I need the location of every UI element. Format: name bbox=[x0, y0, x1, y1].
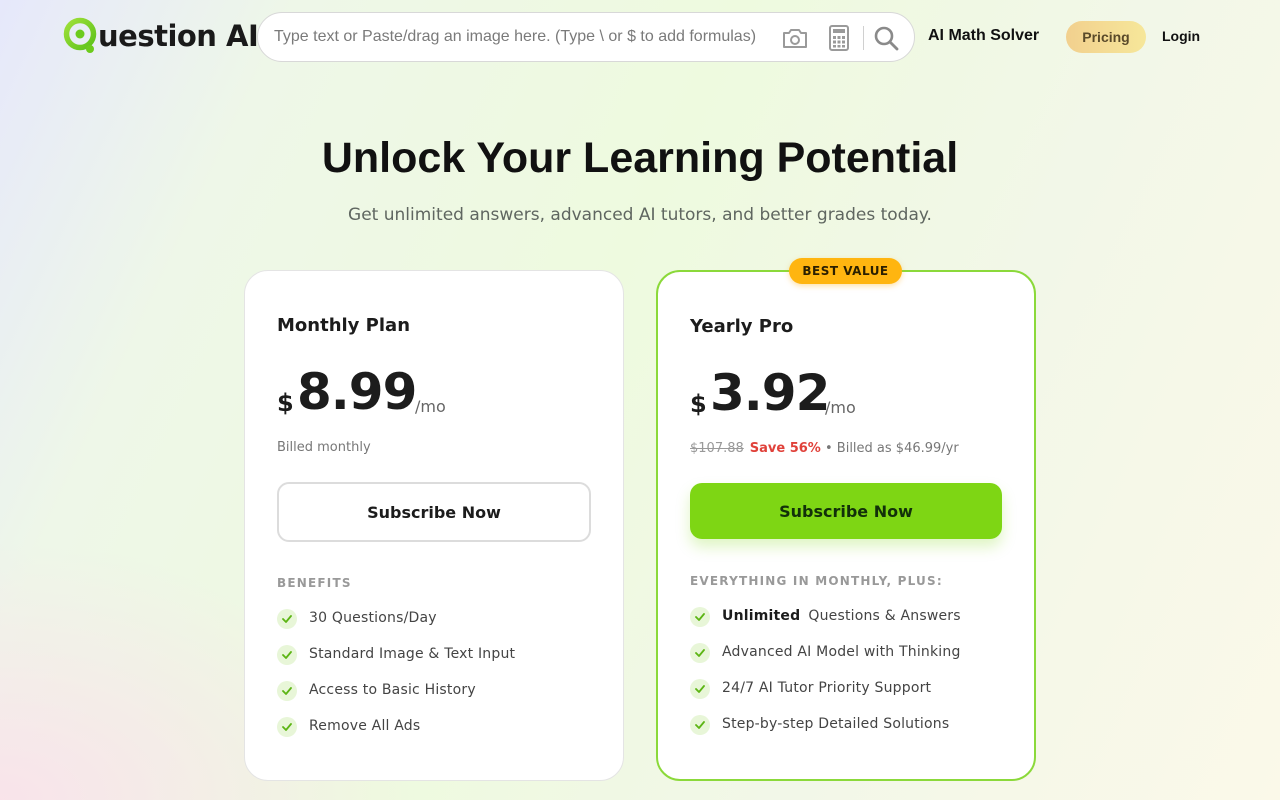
plan-name: Yearly Pro bbox=[690, 316, 794, 337]
check-icon bbox=[690, 607, 710, 627]
page-subtitle: Get unlimited answers, advanced AI tutor… bbox=[348, 205, 932, 225]
price-amount: 8.99 bbox=[297, 363, 417, 421]
billing-note: Billed monthly bbox=[277, 440, 371, 455]
nav-ai-math-solver[interactable]: AI Math Solver bbox=[928, 27, 1039, 45]
list-item: Access to Basic History bbox=[277, 681, 597, 718]
feature-list: Unlimited Questions & Answers Advanced A… bbox=[690, 607, 1010, 752]
feature-highlight: Unlimited bbox=[722, 608, 801, 624]
calculator-icon[interactable] bbox=[825, 24, 853, 52]
list-item: 30 Questions/Day bbox=[277, 609, 597, 646]
check-icon bbox=[690, 715, 710, 735]
feature-text: 30 Questions/Day bbox=[309, 610, 437, 626]
feature-text: Advanced AI Model with Thinking bbox=[722, 644, 961, 660]
features-heading: BENEFITS bbox=[277, 576, 352, 590]
feature-text: Remove All Ads bbox=[309, 718, 421, 734]
feature-list: 30 Questions/Day Standard Image & Text I… bbox=[277, 609, 597, 754]
check-icon bbox=[277, 645, 297, 665]
plan-card-yearly: Yearly Pro $ 3.92 /mo $107.88 Save 56% • … bbox=[656, 270, 1036, 781]
search-bar bbox=[257, 12, 915, 62]
list-item: Remove All Ads bbox=[277, 717, 597, 754]
feature-text: Standard Image & Text Input bbox=[309, 646, 516, 662]
nav-login[interactable]: Login bbox=[1162, 28, 1200, 44]
save-badge: Save 56% bbox=[749, 441, 821, 456]
list-item: Standard Image & Text Input bbox=[277, 645, 597, 682]
feature-text: Step-by-step Detailed Solutions bbox=[722, 716, 950, 732]
page-title: Unlock Your Learning Potential bbox=[321, 134, 959, 182]
list-item: Advanced AI Model with Thinking bbox=[690, 643, 1010, 680]
list-item: 24/7 AI Tutor Priority Support bbox=[690, 679, 1010, 716]
camera-icon[interactable] bbox=[781, 24, 809, 52]
nav-pricing[interactable]: Pricing bbox=[1066, 21, 1146, 53]
check-icon bbox=[277, 717, 297, 737]
features-heading: EVERYTHING IN MONTHLY, PLUS: bbox=[690, 574, 943, 588]
subscribe-yearly-button[interactable]: Subscribe Now bbox=[690, 483, 1002, 539]
feature-text: Access to Basic History bbox=[309, 682, 476, 698]
price-period: /mo bbox=[415, 397, 446, 416]
best-value-badge: BEST VALUE bbox=[789, 258, 902, 284]
check-icon bbox=[690, 679, 710, 699]
list-item: Unlimited Questions & Answers bbox=[690, 607, 1010, 644]
check-icon bbox=[277, 609, 297, 629]
feature-text: Questions & Answers bbox=[808, 608, 961, 624]
original-price: $107.88 bbox=[690, 441, 744, 456]
logo-text: uestion AI bbox=[98, 19, 259, 53]
plan-name: Monthly Plan bbox=[277, 315, 411, 336]
search-input[interactable] bbox=[274, 28, 774, 46]
search-divider bbox=[863, 26, 864, 50]
billing-text: • Billed as $46.99/yr bbox=[824, 441, 959, 456]
price-currency: $ bbox=[690, 390, 707, 418]
price-amount: 3.92 bbox=[710, 364, 830, 422]
check-icon bbox=[690, 643, 710, 663]
top-header: uestion AI AI Math Solver Pricing Login bbox=[0, 0, 1280, 74]
price-currency: $ bbox=[277, 389, 294, 417]
billing-note: $107.88 Save 56% • Billed as $46.99/yr bbox=[690, 441, 959, 456]
price-period: /mo bbox=[825, 398, 856, 417]
logo[interactable]: uestion AI bbox=[63, 17, 259, 55]
subscribe-monthly-button[interactable]: Subscribe Now bbox=[277, 482, 591, 542]
search-icon[interactable] bbox=[872, 24, 900, 52]
logo-q-icon bbox=[63, 17, 99, 55]
check-icon bbox=[277, 681, 297, 701]
list-item: Step-by-step Detailed Solutions bbox=[690, 715, 1010, 752]
feature-text: 24/7 AI Tutor Priority Support bbox=[722, 680, 932, 696]
plan-card-monthly: Monthly Plan $ 8.99 /mo Billed monthly S… bbox=[244, 270, 624, 781]
